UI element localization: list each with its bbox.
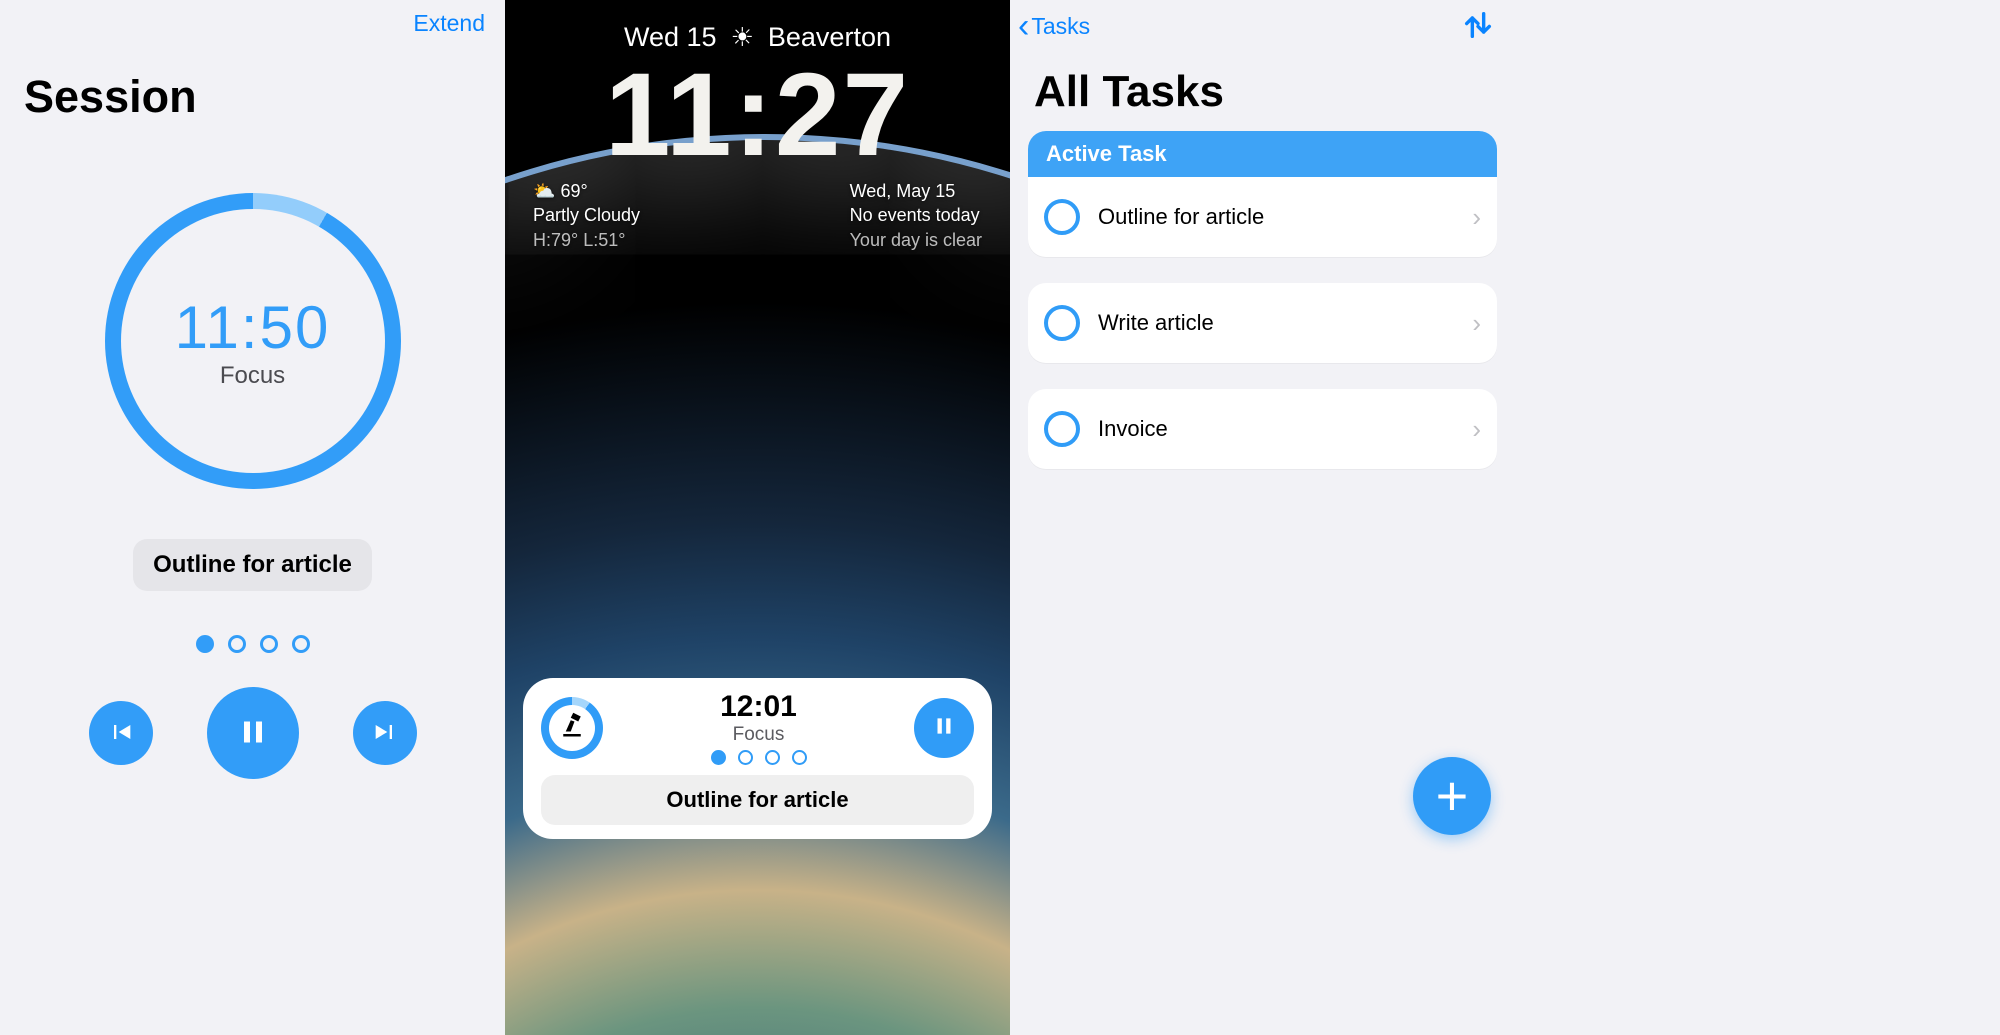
chevron-left-icon: ‹ bbox=[1018, 16, 1029, 36]
checkbox-icon[interactable] bbox=[1044, 199, 1080, 235]
pause-icon bbox=[931, 713, 957, 742]
timer-ring: 11:50 Focus bbox=[105, 193, 401, 489]
weather-temp: 69° bbox=[560, 181, 587, 201]
activity-time: 12:01 bbox=[603, 690, 914, 724]
calendar-events: No events today bbox=[850, 203, 982, 227]
dot-icon bbox=[260, 635, 278, 653]
weather-hilo: H:79° L:51° bbox=[533, 228, 640, 252]
dot-icon bbox=[711, 750, 726, 765]
pause-button[interactable] bbox=[207, 687, 299, 779]
lockscreen-date-line: Wed 15 ☀︎ Beaverton bbox=[505, 0, 1010, 53]
timer-value: 11:50 bbox=[175, 293, 331, 362]
tasks-screen: ‹ Tasks All Tasks Active Task Outline fo… bbox=[1010, 0, 1515, 1035]
chevron-right-icon: › bbox=[1472, 414, 1481, 445]
activity-task: Outline for article bbox=[541, 775, 974, 825]
activity-dots bbox=[603, 750, 914, 765]
pause-icon bbox=[235, 714, 271, 753]
lockscreen-clock: 11:27 bbox=[505, 47, 1010, 183]
sort-arrows-icon bbox=[1461, 30, 1495, 45]
chevron-right-icon: › bbox=[1472, 308, 1481, 339]
sort-button[interactable] bbox=[1461, 8, 1495, 45]
calendar-clear: Your day is clear bbox=[850, 228, 982, 252]
checkbox-icon[interactable] bbox=[1044, 305, 1080, 341]
skip-forward-icon bbox=[371, 718, 399, 749]
dot-icon bbox=[765, 750, 780, 765]
filler bbox=[1515, 0, 2000, 1035]
activity-ring bbox=[541, 697, 603, 759]
task-row[interactable]: Write article › bbox=[1028, 283, 1497, 363]
dot-icon bbox=[792, 750, 807, 765]
checkbox-icon[interactable] bbox=[1044, 411, 1080, 447]
dot-icon bbox=[196, 635, 214, 653]
cloud-sun-icon: ⛅ bbox=[533, 181, 555, 201]
dot-icon bbox=[292, 635, 310, 653]
tasks-title: All Tasks bbox=[1010, 47, 1515, 131]
task-card: Invoice › bbox=[1028, 389, 1497, 469]
weather-widget[interactable]: ⛅ 69° Partly Cloudy H:79° L:51° bbox=[533, 179, 640, 252]
dot-icon bbox=[738, 750, 753, 765]
dot-icon bbox=[228, 635, 246, 653]
active-task-card: Active Task Outline for article › bbox=[1028, 131, 1497, 257]
chevron-right-icon: › bbox=[1472, 202, 1481, 233]
previous-button[interactable] bbox=[89, 701, 153, 765]
extend-button[interactable]: Extend bbox=[413, 10, 485, 37]
back-label: Tasks bbox=[1031, 13, 1090, 40]
lockscreen: Wed 15 ☀︎ Beaverton 11:27 ⛅ 69° Partly C… bbox=[505, 0, 1010, 1035]
session-title: Session bbox=[0, 41, 505, 133]
calendar-widget[interactable]: Wed, May 15 No events today Your day is … bbox=[850, 179, 982, 252]
task-name: Write article bbox=[1098, 310, 1454, 336]
next-button[interactable] bbox=[353, 701, 417, 765]
task-name: Invoice bbox=[1098, 416, 1454, 442]
calendar-date: Wed, May 15 bbox=[850, 179, 982, 203]
activity-label: Focus bbox=[603, 724, 914, 746]
active-task-header: Active Task bbox=[1028, 131, 1497, 177]
activity-pause-button[interactable] bbox=[914, 698, 974, 758]
task-row[interactable]: Outline for article › bbox=[1028, 177, 1497, 257]
desk-lamp-icon bbox=[557, 709, 587, 746]
weather-condition: Partly Cloudy bbox=[533, 203, 640, 227]
skip-back-icon bbox=[107, 718, 135, 749]
session-progress-dots bbox=[0, 635, 505, 653]
live-activity-card[interactable]: 12:01 Focus Outline for article bbox=[523, 678, 992, 839]
task-card: Write article › bbox=[1028, 283, 1497, 363]
plus-icon: + bbox=[1436, 764, 1469, 827]
timer-mode-label: Focus bbox=[175, 362, 331, 390]
current-task-chip[interactable]: Outline for article bbox=[133, 539, 372, 591]
task-row[interactable]: Invoice › bbox=[1028, 389, 1497, 469]
add-task-button[interactable]: + bbox=[1413, 757, 1491, 835]
session-screen: Extend Session 11:50 Focus Outline for a… bbox=[0, 0, 505, 1035]
task-name: Outline for article bbox=[1098, 204, 1454, 230]
back-button[interactable]: ‹ Tasks bbox=[1018, 13, 1090, 40]
